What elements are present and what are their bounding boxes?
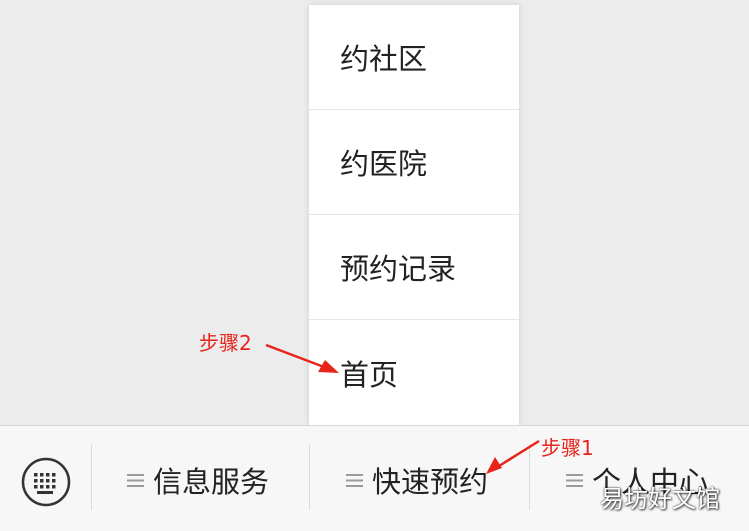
tab-label: 快速预约 xyxy=(372,465,489,499)
menu-item-community[interactable]: 约社区 xyxy=(309,5,519,110)
tab-label: 信息服务 xyxy=(153,465,270,499)
menu-item-label: 约医院 xyxy=(340,147,428,181)
menu-item-home[interactable]: 首页 xyxy=(309,320,519,425)
menu-item-label: 约社区 xyxy=(340,42,428,76)
menu-item-appointment-records[interactable]: 预约记录 xyxy=(309,215,519,320)
keyboard-toggle-button[interactable] xyxy=(20,456,72,508)
menu-item-label: 预约记录 xyxy=(340,252,457,286)
step-1-annotation: 步骤1 xyxy=(541,436,594,460)
menu-item-hospital[interactable]: 约医院 xyxy=(309,110,519,215)
quick-appointment-popup-menu: 约社区 约医院 预约记录 首页 xyxy=(309,5,519,425)
divider xyxy=(529,444,530,510)
keyboard-icon xyxy=(21,457,71,507)
bottom-menu-bar: 信息服务 快速预约 个人中心 xyxy=(0,425,749,531)
menu-item-label: 首页 xyxy=(340,357,399,392)
divider xyxy=(91,444,92,510)
tab-quick-appointment[interactable]: 快速预约 xyxy=(346,456,488,504)
divider xyxy=(309,444,310,510)
tab-info-services[interactable]: 信息服务 xyxy=(127,456,269,504)
step-2-annotation: 步骤2 xyxy=(199,331,252,355)
menu-lines-icon xyxy=(346,473,363,487)
menu-lines-icon xyxy=(566,473,583,487)
menu-lines-icon xyxy=(127,473,144,487)
watermark: 易坊好文馆 xyxy=(600,485,720,513)
